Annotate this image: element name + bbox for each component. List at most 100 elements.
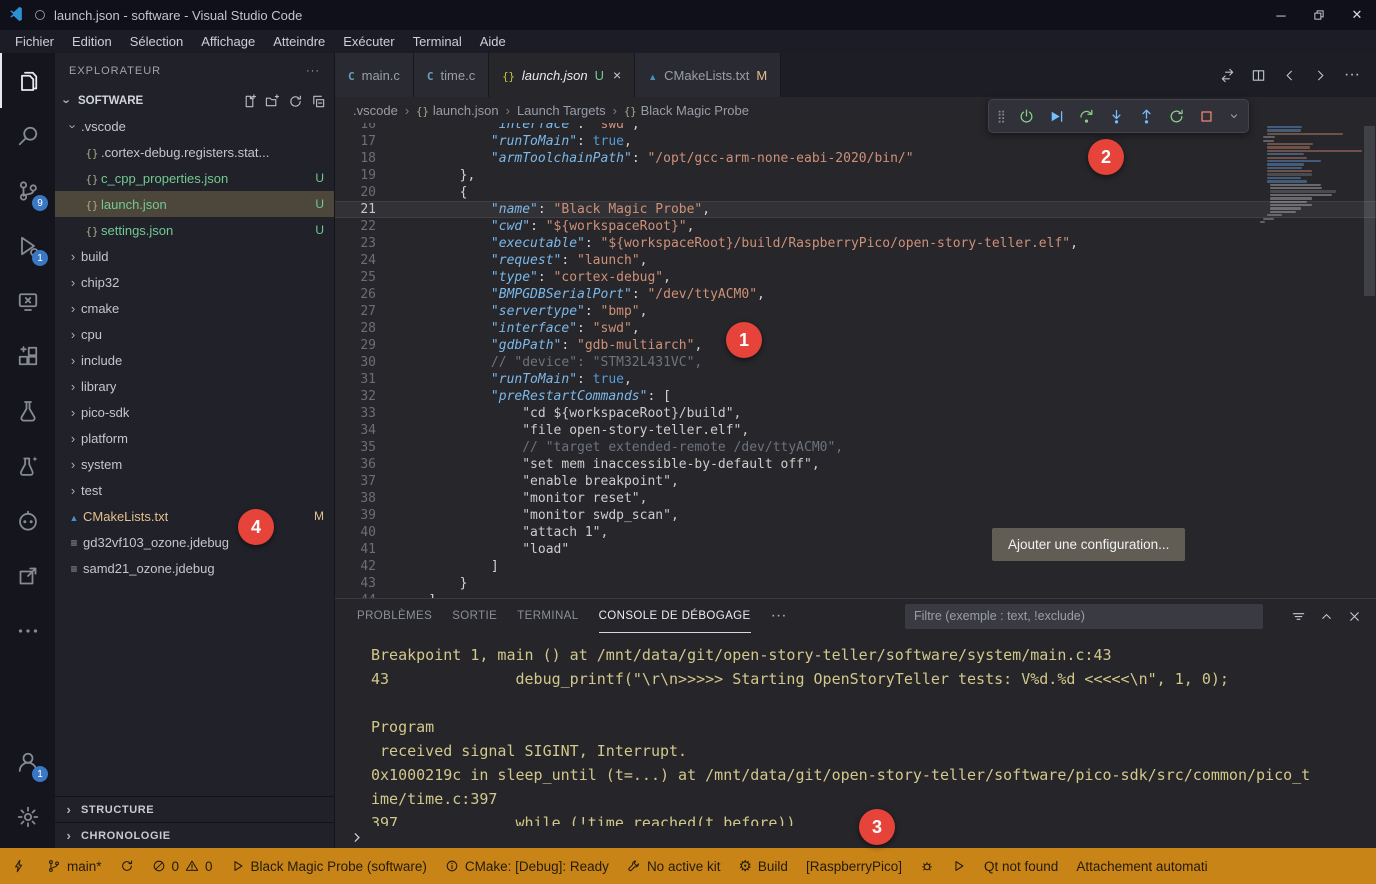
close-icon[interactable]: × xyxy=(613,67,621,83)
tree-item-cmake[interactable]: ›cmake xyxy=(55,295,334,321)
minimize-button[interactable]: ─ xyxy=(1262,0,1300,30)
tree-item-library[interactable]: ›library xyxy=(55,373,334,399)
activity-item-flask-tools[interactable] xyxy=(0,438,55,493)
panel-tab-problemes[interactable]: PROBLÈMES xyxy=(357,599,432,633)
menu-item-selection[interactable]: Sélection xyxy=(121,30,192,53)
status-auto-attach[interactable]: Attachement automati xyxy=(1067,848,1216,884)
refresh-button[interactable] xyxy=(288,94,303,109)
new-file-button[interactable] xyxy=(242,94,257,109)
status-cmake-variant[interactable]: [RaspberryPico] xyxy=(797,848,911,884)
forward-button[interactable] xyxy=(1313,68,1328,83)
tree-item-platform[interactable]: ›platform xyxy=(55,425,334,451)
close-panel-button[interactable] xyxy=(1347,609,1362,624)
panel-tab-sortie[interactable]: SORTIE xyxy=(452,599,497,633)
debug-console-filter-input[interactable] xyxy=(905,604,1263,629)
step-out-button[interactable] xyxy=(1138,108,1155,125)
status-problems[interactable]: 00 xyxy=(143,848,222,884)
activity-item-source-control[interactable]: 9 xyxy=(0,163,55,218)
code-editor[interactable]: 16 "interface": "swd",17 "runToMain": tr… xyxy=(335,123,1376,598)
stop-button[interactable] xyxy=(1198,108,1215,125)
activity-item-run-debug[interactable]: 1 xyxy=(0,218,55,273)
tree-item-settings-json[interactable]: {}settings.jsonU xyxy=(55,217,334,243)
tree-item-launch-json[interactable]: {}launch.jsonU xyxy=(55,191,334,217)
explorer-more-icon[interactable]: ··· xyxy=(306,65,320,77)
tree-item-c-cpp-properties-json[interactable]: {}c_cpp_properties.jsonU xyxy=(55,165,334,191)
continue-button[interactable] xyxy=(1048,108,1065,125)
restart-button[interactable] xyxy=(1168,108,1185,125)
menu-item-executer[interactable]: Exécuter xyxy=(334,30,403,53)
tree-item-test[interactable]: ›test xyxy=(55,477,334,503)
panel-tab-console-de-debogage[interactable]: CONSOLE DE DÉBOGAGE xyxy=(599,599,751,633)
section-chronologie[interactable]: ›CHRONOLOGIE xyxy=(55,822,334,848)
activity-item-explorer[interactable] xyxy=(0,53,55,108)
tree-item-pico-sdk[interactable]: ›pico-sdk xyxy=(55,399,334,425)
restore-button[interactable] xyxy=(1300,0,1338,30)
tree-item-cpu[interactable]: ›cpu xyxy=(55,321,334,347)
drag-handle[interactable]: ⣿ xyxy=(997,109,1005,123)
breadcrumb-item-launch-json[interactable]: {}launch.json xyxy=(416,103,498,118)
status-launch-play[interactable] xyxy=(943,848,975,884)
status-cmake-build[interactable]: ⚙Build xyxy=(729,848,796,884)
minimap[interactable] xyxy=(1256,126,1358,224)
power-button[interactable] xyxy=(1018,108,1035,125)
status-cmake-status[interactable]: CMake: [Debug]: Ready xyxy=(436,848,618,884)
tree-item-build[interactable]: ›build xyxy=(55,243,334,269)
breadcrumb-item-launch-targets[interactable]: Launch Targets xyxy=(517,103,606,118)
tree-item-samd21-ozone-jdebug[interactable]: ≡samd21_ozone.jdebug xyxy=(55,555,334,581)
add-configuration-button[interactable]: Ajouter une configuration... xyxy=(992,528,1185,561)
activity-item-remote-device[interactable] xyxy=(0,273,55,328)
activity-item-account[interactable]: 1 xyxy=(0,734,55,789)
folder-section-header[interactable]: › SOFTWARE xyxy=(55,89,334,113)
filter-lines-button[interactable] xyxy=(1291,609,1306,624)
tab-cmakelists-txt[interactable]: ▲CMakeLists.txtM xyxy=(635,53,781,97)
activity-item-search[interactable] xyxy=(0,108,55,163)
status-sync[interactable] xyxy=(111,848,143,884)
new-folder-button[interactable] xyxy=(265,94,280,109)
step-over-button[interactable] xyxy=(1078,108,1095,125)
menu-item-edition[interactable]: Edition xyxy=(63,30,121,53)
breadcrumb-item-black-magic-probe[interactable]: {}Black Magic Probe xyxy=(624,103,749,118)
activity-item-more[interactable] xyxy=(0,603,55,658)
tree-item-cmakelists-txt[interactable]: ▲CMakeLists.txtM xyxy=(55,503,334,529)
activity-item-platformio[interactable] xyxy=(0,493,55,548)
activity-item-testing[interactable] xyxy=(0,383,55,438)
collapse-all-button[interactable] xyxy=(311,94,326,109)
menu-item-aide[interactable]: Aide xyxy=(471,30,515,53)
menu-item-affichage[interactable]: Affichage xyxy=(192,30,264,53)
status-qt-status[interactable]: Qt not found xyxy=(975,848,1067,884)
status-debug-target[interactable]: Black Magic Probe (software) xyxy=(222,848,436,884)
status-git-branch[interactable]: main* xyxy=(38,848,111,884)
activity-item-settings[interactable] xyxy=(0,789,55,844)
compare-button[interactable] xyxy=(1220,68,1235,83)
step-into-button[interactable] xyxy=(1108,108,1125,125)
section-structure[interactable]: ›STRUCTURE xyxy=(55,796,334,822)
tree-item-vscode[interactable]: ›.vscode xyxy=(55,113,334,139)
breadcrumb-item-vscode[interactable]: .vscode xyxy=(353,103,398,118)
tree-item-include[interactable]: ›include xyxy=(55,347,334,373)
tab-launch-json[interactable]: {}launch.jsonU× xyxy=(489,53,635,97)
tree-item-cortex-debug-registers-stat[interactable]: {}.cortex-debug.registers.stat... xyxy=(55,139,334,165)
tree-item-gd32vf103-ozone-jdebug[interactable]: ≡gd32vf103_ozone.jdebug xyxy=(55,529,334,555)
status-cmake-kit[interactable]: No active kit xyxy=(618,848,730,884)
tree-item-chip32[interactable]: ›chip32 xyxy=(55,269,334,295)
status-debug-bug[interactable] xyxy=(911,848,943,884)
editor-scrollbar[interactable] xyxy=(1363,123,1376,598)
menu-item-terminal[interactable]: Terminal xyxy=(404,30,471,53)
tab-time-c[interactable]: Ctime.c xyxy=(414,53,489,97)
split-button[interactable] xyxy=(1251,68,1266,83)
status-remote-indicator[interactable] xyxy=(0,848,38,884)
panel-more-icon[interactable]: ··· xyxy=(771,607,787,625)
chevron-down-button[interactable] xyxy=(1228,110,1240,122)
tree-item-system[interactable]: ›system xyxy=(55,451,334,477)
back-button[interactable] xyxy=(1282,68,1297,83)
menu-item-atteindre[interactable]: Atteindre xyxy=(264,30,334,53)
more-button[interactable]: ··· xyxy=(1344,66,1360,84)
chevron-up-button[interactable] xyxy=(1319,609,1334,624)
menu-item-fichier[interactable]: Fichier xyxy=(6,30,63,53)
activity-item-extensions[interactable] xyxy=(0,328,55,383)
tab-main-c[interactable]: Cmain.c xyxy=(335,53,414,97)
activity-item-live-share[interactable] xyxy=(0,548,55,603)
close-button[interactable]: ✕ xyxy=(1338,0,1376,30)
debug-console-input[interactable] xyxy=(335,826,1376,848)
panel-tab-terminal[interactable]: TERMINAL xyxy=(517,599,578,633)
